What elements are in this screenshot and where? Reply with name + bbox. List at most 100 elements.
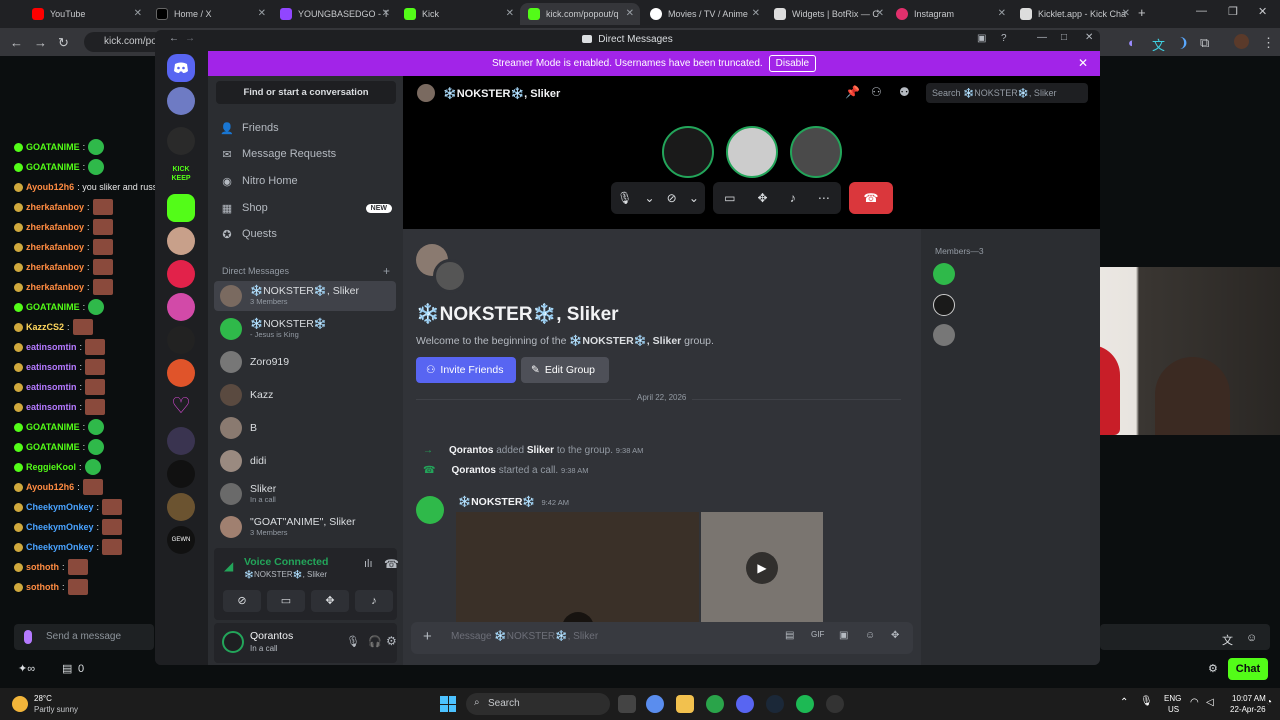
participant-avatar[interactable] bbox=[790, 126, 842, 178]
chevron-down-icon[interactable]: ⌄ bbox=[689, 191, 699, 205]
dm-row[interactable]: Zoro919 bbox=[214, 347, 396, 377]
server-icon[interactable] bbox=[167, 260, 195, 288]
server-icon[interactable] bbox=[167, 460, 195, 488]
server-icon[interactable] bbox=[167, 326, 195, 354]
voice-status[interactable]: Voice Connected bbox=[244, 556, 328, 568]
kick-send-message-input[interactable]: Send a message bbox=[14, 624, 154, 650]
chat-username[interactable]: zherkafanboy bbox=[26, 242, 84, 252]
mic-tray-icon[interactable]: 🎙 bbox=[1140, 696, 1153, 707]
server-icon[interactable] bbox=[167, 427, 195, 455]
dm-row[interactable]: "GOAT"ANIME", Sliker 3 Members bbox=[214, 512, 396, 542]
dm-row[interactable]: didi bbox=[214, 446, 396, 476]
back-arrow-icon[interactable]: ← bbox=[169, 33, 179, 44]
dm-row[interactable]: ❄️NOKSTER❄️ - Jesus is King bbox=[214, 314, 396, 344]
spotify-icon[interactable] bbox=[796, 695, 814, 713]
members-icon[interactable]: ⚉ bbox=[899, 85, 910, 99]
volume-icon[interactable]: ◁ bbox=[1206, 697, 1214, 708]
screen-share-icon[interactable]: ▭ bbox=[267, 590, 305, 612]
chat-username[interactable]: sothoth bbox=[26, 562, 59, 572]
forward-icon[interactable]: → bbox=[34, 35, 47, 50]
server-icon[interactable] bbox=[167, 293, 195, 321]
close-icon[interactable]: ✕ bbox=[382, 8, 390, 19]
weather-temp[interactable]: 28°C bbox=[34, 694, 52, 703]
close-window-icon[interactable]: ✕ bbox=[1258, 5, 1267, 18]
settings-gear-icon[interactable]: ⚙ bbox=[1208, 662, 1218, 675]
microphone-icon[interactable] bbox=[24, 630, 32, 644]
tab-kicklet[interactable]: Kicklet.app - Kick Cha ✕ bbox=[1012, 3, 1136, 25]
chat-username[interactable]: zherkafanboy bbox=[26, 282, 84, 292]
nav-message-requests[interactable]: ✉ Message Requests bbox=[220, 143, 392, 165]
member-avatar[interactable] bbox=[933, 294, 955, 316]
weather-sun-icon[interactable] bbox=[12, 696, 28, 712]
soundboard-icon[interactable]: ♪ bbox=[790, 191, 796, 205]
extension-icon[interactable]: ❩ bbox=[1178, 35, 1189, 51]
activities-icon[interactable]: ✥ bbox=[311, 590, 349, 612]
close-icon[interactable]: ✕ bbox=[1122, 8, 1130, 19]
actor[interactable]: Qorantos bbox=[449, 445, 493, 456]
target[interactable]: Sliker bbox=[527, 445, 554, 456]
file-explorer-icon[interactable] bbox=[676, 695, 694, 713]
maximize-icon[interactable]: □ bbox=[1061, 32, 1067, 43]
video-off-icon[interactable]: ⊘ bbox=[223, 590, 261, 612]
tab-movies[interactable]: Movies / TV / Anime ✕ bbox=[642, 3, 766, 25]
chat-username[interactable]: GOATANIME bbox=[26, 422, 80, 432]
dm-row[interactable]: Sliker In a call bbox=[214, 479, 396, 509]
chat-username[interactable]: CheekymOnkey bbox=[26, 522, 94, 532]
close-icon[interactable]: ✕ bbox=[1085, 32, 1093, 43]
close-icon[interactable]: ✕ bbox=[752, 8, 760, 19]
tab-kick[interactable]: Kick ✕ bbox=[396, 3, 520, 25]
task-view-icon[interactable] bbox=[618, 695, 636, 713]
chat-username[interactable]: GOATANIME bbox=[26, 162, 80, 172]
headphones-icon[interactable]: 🎧 bbox=[368, 635, 382, 648]
wifi-icon[interactable]: ◠ bbox=[1190, 697, 1199, 708]
chat-username[interactable]: zherkafanboy bbox=[26, 262, 84, 272]
edit-group-button[interactable]: ✎ Edit Group bbox=[521, 357, 609, 383]
translate-icon[interactable]: 文 bbox=[1152, 35, 1165, 54]
address-bar[interactable]: kick.com/po bbox=[84, 32, 164, 52]
actor[interactable]: Qorantos bbox=[451, 465, 495, 476]
forward-arrow-icon[interactable]: → bbox=[185, 33, 195, 44]
author-avatar[interactable] bbox=[416, 496, 444, 524]
minimize-icon[interactable]: — bbox=[1196, 5, 1207, 17]
extension-icon[interactable]: ◐ bbox=[1128, 35, 1136, 50]
back-icon[interactable]: ← bbox=[10, 35, 23, 50]
tab-botrix[interactable]: Widgets | BotRix — C ✕ bbox=[766, 3, 890, 25]
tab-youtube[interactable]: YouTube ✕ bbox=[24, 3, 148, 25]
chat-username[interactable]: GOATANIME bbox=[26, 142, 80, 152]
new-tab-icon[interactable]: + bbox=[1138, 5, 1146, 20]
nav-quests[interactable]: ✪ Quests bbox=[220, 223, 392, 245]
kick-chat-button[interactable]: Chat bbox=[1228, 658, 1268, 680]
chat-username[interactable]: zherkafanboy bbox=[26, 222, 84, 232]
noise-suppression-icon[interactable]: ılı bbox=[364, 558, 373, 570]
chrome-icon[interactable] bbox=[706, 695, 724, 713]
close-icon[interactable]: ✕ bbox=[876, 8, 884, 19]
emoji-icon[interactable]: ☺ bbox=[865, 630, 875, 641]
tab-x[interactable]: Home / X ✕ bbox=[148, 3, 272, 25]
sticker-icon[interactable]: ▣ bbox=[839, 630, 848, 641]
hang-up-icon[interactable]: ☎ bbox=[849, 182, 893, 214]
invite-friends-button[interactable]: ⚇ Invite Friends bbox=[416, 357, 516, 383]
chat-username[interactable]: zherkafanboy bbox=[26, 202, 84, 212]
chevron-up-icon[interactable]: ⌃ bbox=[1120, 697, 1128, 708]
activities-icon[interactable]: ✥ bbox=[758, 191, 768, 205]
clock-time[interactable]: 10:07 AM bbox=[1232, 694, 1266, 703]
clock-date[interactable]: 22-Apr-26 bbox=[1230, 705, 1266, 714]
notification-bell-icon[interactable]: ◔ bbox=[1266, 697, 1272, 708]
chat-username[interactable]: eatinsomtin bbox=[26, 342, 77, 352]
message-input[interactable]: Message ❄️NOKSTER❄️, Sliker bbox=[451, 631, 598, 642]
obs-icon[interactable] bbox=[826, 695, 844, 713]
chat-username[interactable]: Ayoub12h6 bbox=[26, 482, 74, 492]
kick-keep-server-icon[interactable]: KICK KEEP bbox=[167, 160, 195, 188]
help-icon[interactable]: ? bbox=[1001, 33, 1007, 44]
user-avatar[interactable] bbox=[222, 631, 244, 653]
server-icon[interactable] bbox=[167, 127, 195, 155]
dm-row[interactable]: B bbox=[214, 413, 396, 443]
user-avatar-guild[interactable] bbox=[167, 87, 195, 115]
close-icon[interactable]: ✕ bbox=[626, 8, 634, 19]
member-avatar[interactable] bbox=[933, 324, 955, 346]
chat-username[interactable]: CheekymOnkey bbox=[26, 502, 94, 512]
video-off-icon[interactable]: ⊘ bbox=[667, 191, 677, 205]
apps-icon[interactable]: ✥ bbox=[891, 630, 899, 641]
gift-icon[interactable]: ▤ bbox=[785, 630, 794, 641]
heart-server-icon[interactable]: ♡ bbox=[167, 392, 195, 420]
